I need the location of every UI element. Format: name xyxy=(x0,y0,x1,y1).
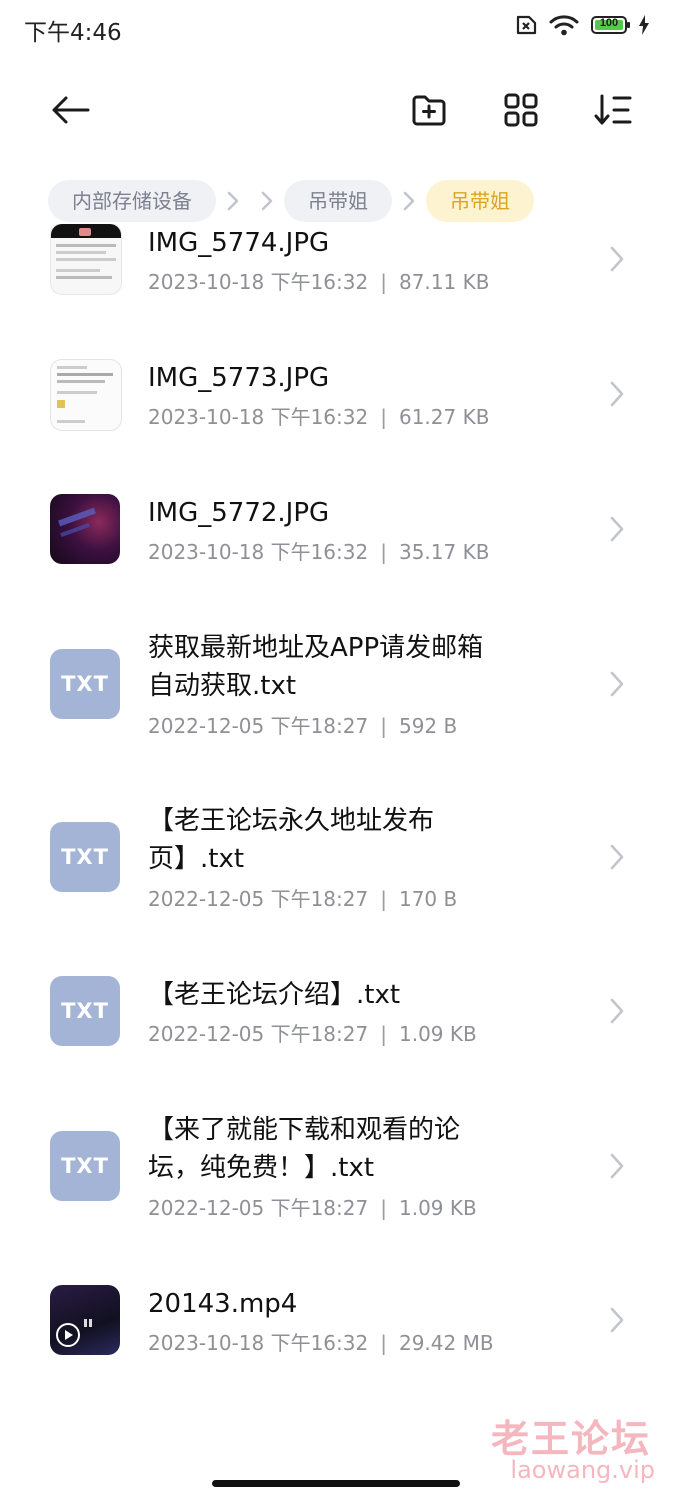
file-date: 2022-12-05 下午18:27 xyxy=(148,1196,369,1220)
chevron-right-icon xyxy=(610,1153,624,1179)
file-meta: 2022-12-05 下午18:27 | 592 B xyxy=(148,714,458,738)
chevron-right-icon xyxy=(610,516,624,542)
file-name: 20143.mp4 xyxy=(148,1289,298,1319)
file-date: 2023-10-18 下午16:32 xyxy=(148,540,369,564)
file-size: 170 B xyxy=(398,887,458,911)
home-indicator[interactable] xyxy=(212,1480,460,1487)
video-thumbnail xyxy=(50,1285,120,1355)
file-date: 2022-12-05 下午18:27 xyxy=(148,887,369,911)
file-name: 【老王论坛介绍】.txt xyxy=(148,980,401,1010)
file-meta: 2022-12-05 下午18:27 | 1.09 KB xyxy=(148,1022,477,1046)
watermark-title: 老王论坛 xyxy=(490,1417,651,1461)
image-thumbnail xyxy=(50,224,122,295)
battery-icon: 100 xyxy=(591,16,630,34)
charging-icon xyxy=(639,15,649,35)
file-meta: 2023-10-18 下午16:32 | 87.11 KB xyxy=(148,270,490,294)
breadcrumb: 内部存储设备 吊带姐 吊带姐 xyxy=(48,180,534,222)
wifi-icon xyxy=(549,15,579,36)
chevron-right-icon xyxy=(610,998,624,1024)
breadcrumb-folder[interactable]: 吊带姐 xyxy=(284,180,392,222)
file-name-line-1: 【来了就能下载和观看的论 xyxy=(148,1115,461,1145)
chevron-right-icon xyxy=(610,844,624,870)
file-size: 29.42 MB xyxy=(398,1331,494,1355)
list-item[interactable]: IMG_5773.JPG 2023-10-18 下午16:32 | 61.27 KB xyxy=(0,359,675,459)
chevron-right-icon xyxy=(610,246,624,272)
grid-view-button[interactable] xyxy=(497,86,545,134)
file-size: 61.27 KB xyxy=(398,405,490,429)
list-item[interactable]: IMG_5774.JPG 2023-10-18 下午16:32 | 87.11 KB xyxy=(0,224,675,324)
file-size: 592 B xyxy=(398,714,458,738)
file-meta: 2022-12-05 下午18:27 | 170 B xyxy=(148,887,458,911)
file-meta: 2023-10-18 下午16:32 | 29.42 MB xyxy=(148,1331,494,1355)
txt-file-icon: TXT xyxy=(50,976,120,1046)
sort-button[interactable] xyxy=(589,86,637,134)
file-name-line-1: 【老王论坛永久地址发布 xyxy=(148,806,435,836)
new-folder-button[interactable] xyxy=(405,86,453,134)
file-name: IMG_5774.JPG xyxy=(148,228,330,258)
file-size: 87.11 KB xyxy=(398,270,490,294)
chevron-right-icon xyxy=(610,1307,624,1333)
file-date: 2023-10-18 下午16:32 xyxy=(148,1331,369,1355)
file-date: 2022-12-05 下午18:27 xyxy=(148,714,369,738)
file-size: 35.17 KB xyxy=(398,540,490,564)
play-icon xyxy=(56,1323,80,1347)
add-folder-icon xyxy=(412,95,446,126)
image-thumbnail xyxy=(50,359,122,431)
battery-level: 100 xyxy=(599,17,619,29)
sort-icon xyxy=(594,94,632,125)
file-meta: 2023-10-18 下午16:32 | 61.27 KB xyxy=(148,405,490,429)
file-name: IMG_5772.JPG xyxy=(148,498,330,528)
chevron-right-icon xyxy=(610,381,624,407)
txt-file-icon: TXT xyxy=(50,822,120,892)
file-name: IMG_5773.JPG xyxy=(148,363,330,393)
breadcrumb-internal-storage[interactable]: 内部存储设备 xyxy=(48,180,216,222)
file-date: 2023-10-18 下午16:32 xyxy=(148,270,369,294)
back-button[interactable] xyxy=(46,86,94,134)
file-name-line-1: 获取最新地址及APP请发邮箱 xyxy=(148,633,484,663)
file-name-line-2: 坛，纯免费！】.txt xyxy=(148,1153,375,1183)
chevron-right-icon xyxy=(392,190,426,212)
chevron-right-icon xyxy=(610,671,624,697)
status-bar: 下午4:46 100 xyxy=(0,0,675,56)
file-size: 1.09 KB xyxy=(398,1196,477,1220)
txt-file-icon: TXT xyxy=(50,1131,120,1201)
no-sim-icon xyxy=(516,15,537,35)
list-item[interactable]: TXT 获取最新地址及APP请发邮箱 自动获取.txt 2022-12-05 下… xyxy=(0,629,675,759)
list-item[interactable]: TXT 【来了就能下载和观看的论 坛，纯免费！】.txt 2022-12-05 … xyxy=(0,1111,675,1241)
chevron-right-icon xyxy=(216,190,250,212)
txt-file-icon: TXT xyxy=(50,649,120,719)
breadcrumb-current-folder[interactable]: 吊带姐 xyxy=(426,180,534,222)
image-thumbnail xyxy=(50,494,120,564)
file-meta: 2023-10-18 下午16:32 | 35.17 KB xyxy=(148,540,490,564)
file-name-line-2: 页】.txt xyxy=(148,844,245,874)
status-time: 下午4:46 xyxy=(24,20,122,46)
file-date: 2022-12-05 下午18:27 xyxy=(148,1022,369,1046)
list-item[interactable]: 20143.mp4 2023-10-18 下午16:32 | 29.42 MB xyxy=(0,1285,675,1385)
file-meta: 2022-12-05 下午18:27 | 1.09 KB xyxy=(148,1196,477,1220)
chevron-right-icon xyxy=(250,190,284,212)
list-item[interactable]: TXT 【老王论坛介绍】.txt 2022-12-05 下午18:27 | 1.09… xyxy=(0,976,675,1076)
list-item[interactable]: TXT 【老王论坛永久地址发布 页】.txt 2022-12-05 下午18:2… xyxy=(0,802,675,932)
grid-view-icon xyxy=(504,93,538,127)
toolbar xyxy=(0,72,675,148)
file-size: 1.09 KB xyxy=(398,1022,477,1046)
file-name-line-2: 自动获取.txt xyxy=(148,671,297,701)
watermark-url: laowang.vip xyxy=(510,1456,655,1484)
back-arrow-icon xyxy=(52,96,90,124)
file-date: 2023-10-18 下午16:32 xyxy=(148,405,369,429)
file-list: IMG_5774.JPG 2023-10-18 下午16:32 | 87.11 KB… xyxy=(0,224,675,1404)
list-item[interactable]: IMG_5772.JPG 2023-10-18 下午16:32 | 35.17 KB xyxy=(0,494,675,594)
